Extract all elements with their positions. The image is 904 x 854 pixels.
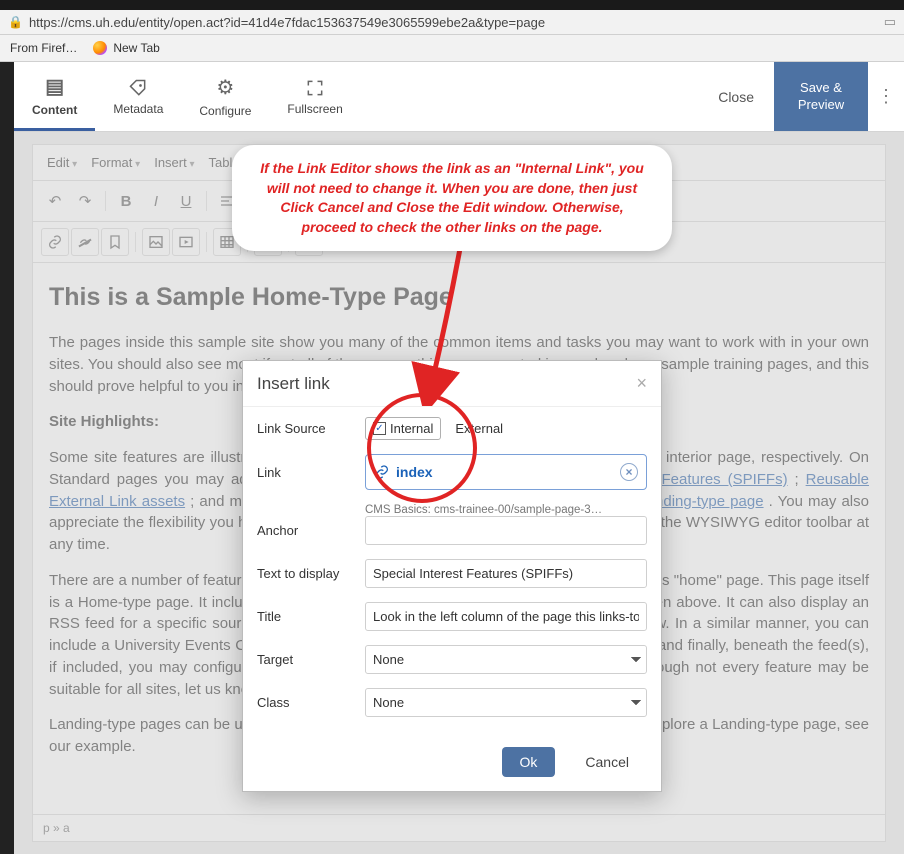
text-to-display-input[interactable] — [365, 559, 647, 588]
anchor-input[interactable] — [365, 516, 647, 545]
save-preview-button[interactable]: Save & Preview — [774, 62, 868, 131]
tab-metadata[interactable]: Metadata — [95, 62, 181, 131]
label-link: Link — [257, 465, 365, 480]
close-icon[interactable]: × — [636, 373, 647, 394]
annotation-circle-icon — [362, 388, 482, 508]
tab-configure[interactable]: ⚙ Configure — [181, 62, 269, 131]
annotation-callout: If the Link Editor shows the link as an … — [232, 145, 672, 251]
label-title: Title — [257, 609, 365, 624]
cancel-button[interactable]: Cancel — [567, 747, 647, 777]
left-rail — [0, 62, 14, 854]
label-class: Class — [257, 695, 365, 710]
firefox-icon — [93, 41, 107, 55]
target-select[interactable]: None — [365, 645, 647, 674]
bookmark-item[interactable]: New Tab — [93, 41, 159, 55]
ok-button[interactable]: Ok — [502, 747, 556, 777]
reader-icon[interactable]: ▭ — [884, 14, 896, 30]
more-menu-icon[interactable]: ⋮ — [868, 62, 904, 131]
document-icon: ▤ — [45, 74, 64, 99]
label-text-to-display: Text to display — [257, 566, 365, 581]
tag-icon — [128, 78, 148, 98]
label-anchor: Anchor — [257, 523, 365, 538]
bookmark-item[interactable]: From Firef… — [10, 41, 77, 55]
bookmarks-bar[interactable]: From Firef… New Tab — [0, 35, 904, 62]
tab-fullscreen[interactable]: Fullscreen — [269, 62, 360, 131]
modal-title: Insert link — [257, 374, 330, 394]
fullscreen-icon — [305, 78, 325, 98]
editor-header: ▤ Content Metadata ⚙ Configure Fullscree… — [14, 62, 904, 132]
clear-icon[interactable]: × — [620, 463, 638, 481]
url-text: https://cms.uh.edu/entity/open.act?id=41… — [29, 15, 878, 30]
close-link[interactable]: Close — [698, 62, 774, 131]
tab-content[interactable]: ▤ Content — [14, 62, 95, 131]
lock-icon: 🔒 — [8, 15, 23, 29]
class-select[interactable]: None — [365, 688, 647, 717]
label-target: Target — [257, 652, 365, 667]
gear-icon: ⚙ — [216, 75, 234, 100]
url-bar[interactable]: 🔒 https://cms.uh.edu/entity/open.act?id=… — [0, 10, 904, 35]
title-input[interactable] — [365, 602, 647, 631]
label-link-source: Link Source — [257, 421, 365, 436]
window-titlebar — [0, 0, 904, 10]
